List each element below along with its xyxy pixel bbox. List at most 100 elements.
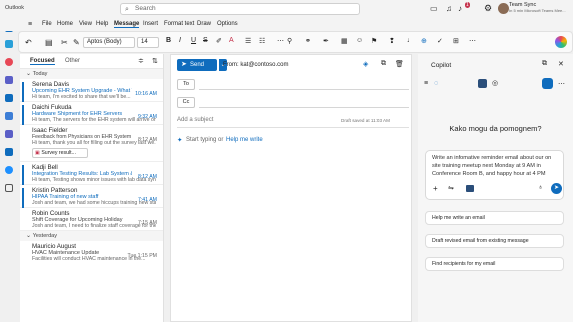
more-icon[interactable]: ⋯ xyxy=(558,80,565,88)
globe-icon[interactable]: ◎ xyxy=(492,79,498,87)
suggestion-draft-revised[interactable]: Draft revised email from existing messag… xyxy=(425,234,564,248)
suggestion-find-recipients[interactable]: Find recipients for my email xyxy=(425,257,564,271)
font-size-select[interactable]: 14 xyxy=(137,37,159,48)
work-icon[interactable] xyxy=(466,185,474,192)
format-painter-icon[interactable]: ✎ xyxy=(73,38,80,47)
italic-icon[interactable]: I xyxy=(179,37,181,44)
tab-other[interactable]: Other xyxy=(65,58,80,64)
copilot-draft-icon[interactable]: ✦ xyxy=(177,136,182,144)
todo-icon[interactable] xyxy=(5,94,13,102)
copilot-prompt-input[interactable]: Write an infomative reminder email about… xyxy=(425,150,564,200)
discard-icon[interactable]: 🗑 xyxy=(395,60,404,68)
microphone-icon[interactable]: ♁ xyxy=(538,184,543,191)
apps-ribbon-icon[interactable]: ⊞ xyxy=(453,37,459,45)
team-sync-reminder[interactable]: Team Sync In 5 min Microsoft Teams Mee..… xyxy=(509,2,569,13)
cc-input[interactable] xyxy=(199,107,409,108)
notes-icon[interactable] xyxy=(5,148,13,156)
suggestion-help-write[interactable]: Help me write an email xyxy=(425,211,564,225)
group-label: Yesterday xyxy=(32,233,57,239)
editor-icon[interactable]: ✓ xyxy=(437,37,443,45)
menu-message[interactable]: Message xyxy=(114,21,140,28)
table-icon[interactable]: ▦ xyxy=(341,37,348,45)
onedrive-icon[interactable] xyxy=(5,166,13,174)
list-item[interactable]: Serena Davis Upcoming EHR System Upgrade… xyxy=(20,79,163,102)
strikethrough-icon[interactable]: S xyxy=(203,37,208,44)
search-input[interactable]: ⌕ Search xyxy=(120,3,360,15)
cc-button[interactable]: Cc xyxy=(177,97,195,108)
numbering-icon[interactable]: ☷ xyxy=(259,37,265,45)
font-family-select[interactable]: Aptos (Body) xyxy=(83,37,135,48)
dictate-icon[interactable]: ♩ xyxy=(407,37,414,44)
menu-draw[interactable]: Draw xyxy=(197,21,211,27)
link-icon[interactable]: ⚭ xyxy=(305,37,311,45)
send-button[interactable]: ➤ Send xyxy=(177,59,217,71)
subject-input[interactable]: Add a subject xyxy=(177,117,213,123)
menu-file[interactable]: File xyxy=(42,21,52,27)
menu-icon[interactable]: ≡ xyxy=(424,80,428,87)
group-today[interactable]: ⌄ Today xyxy=(20,69,163,79)
font-color-icon[interactable]: A xyxy=(229,37,234,44)
filter-icon[interactable]: ≑ xyxy=(138,57,144,65)
send-arrow-icon[interactable]: ➤ xyxy=(551,183,562,194)
sensitivity-icon[interactable]: ⚑ xyxy=(371,37,377,45)
meet-icon[interactable]: ▭ xyxy=(430,4,438,13)
sort-icon[interactable]: ⇅ xyxy=(152,57,158,65)
list-item[interactable]: Robin Counts Shift Coverage for Upcoming… xyxy=(20,208,163,231)
paste-icon[interactable]: ▤ xyxy=(45,38,53,47)
sensitivity-label-icon[interactable]: ◈ xyxy=(363,60,368,68)
calendar-icon[interactable] xyxy=(5,40,13,48)
groups-icon[interactable] xyxy=(5,130,13,138)
briefcase-icon[interactable] xyxy=(478,79,487,88)
to-input[interactable] xyxy=(199,89,409,90)
importance-icon[interactable]: ❢ xyxy=(389,37,395,45)
menu-home[interactable]: Home xyxy=(57,21,73,27)
undo-icon[interactable]: ↶ xyxy=(25,38,32,47)
immersive-reader-icon[interactable]: ⊕ xyxy=(421,37,427,45)
settings-icon[interactable]: ⚙ xyxy=(484,3,492,14)
list-item[interactable]: Mauricio August HVAC Maintenance Update … xyxy=(20,241,163,263)
teams-icon[interactable] xyxy=(5,112,13,120)
help-me-write-link[interactable]: Help me write xyxy=(226,137,263,143)
chat-icon[interactable]: ◌ xyxy=(434,80,438,87)
menu-options[interactable]: Options xyxy=(217,21,238,27)
attach-icon[interactable]: ⚲ xyxy=(287,37,292,45)
from-field[interactable]: From: kat@contoso.com xyxy=(223,62,288,68)
add-icon[interactable]: + xyxy=(433,184,438,193)
new-chat-icon[interactable] xyxy=(542,78,553,89)
signature-icon[interactable]: ✒ xyxy=(323,37,329,45)
hamburger-icon[interactable]: ≡ xyxy=(28,21,32,28)
to-button[interactable]: To xyxy=(177,79,195,90)
more-icon[interactable]: ⋯ xyxy=(469,37,476,45)
highlight-icon[interactable]: ✐ xyxy=(216,37,222,45)
menu-help[interactable]: Help xyxy=(96,21,108,27)
tab-focused[interactable]: Focused xyxy=(30,58,55,65)
bell-icon[interactable]: ♫ xyxy=(446,4,452,13)
avatar[interactable] xyxy=(498,3,509,14)
bullets-icon[interactable]: ☰ xyxy=(245,37,251,45)
group-yesterday[interactable]: ⌄ Yesterday xyxy=(20,231,163,241)
menu-format-text[interactable]: Format text xyxy=(164,21,194,27)
pop-out-icon[interactable]: ⧉ xyxy=(381,60,386,68)
emoji-icon[interactable]: ☺ xyxy=(356,37,363,44)
notifications-icon[interactable]: ♪ xyxy=(458,4,462,13)
menu-insert[interactable]: Insert xyxy=(143,21,158,27)
copilot-icon[interactable] xyxy=(5,58,13,66)
underline-icon[interactable]: U xyxy=(191,37,196,44)
people-icon[interactable] xyxy=(5,76,13,84)
attachment-chip[interactable]: ▣ Survey result... xyxy=(32,148,88,158)
settings-sliders-icon[interactable]: ⇋ xyxy=(448,184,454,192)
list-item[interactable]: Isaac Fielder Feedback from Physicians o… xyxy=(20,125,163,162)
close-icon[interactable]: ✕ xyxy=(558,60,564,68)
copilot-ribbon-icon[interactable] xyxy=(555,36,567,48)
bold-icon[interactable]: B xyxy=(166,37,171,44)
mail-sender: Isaac Fielder xyxy=(32,127,68,134)
menu-view[interactable]: View xyxy=(79,21,92,27)
cut-icon[interactable]: ✂ xyxy=(61,38,68,47)
pop-out-icon[interactable]: ⧉ xyxy=(542,60,547,68)
list-item[interactable]: Kristin Patterson HIPAA Training of new … xyxy=(20,185,163,208)
more-format-icon[interactable]: ⋯ xyxy=(277,37,284,45)
list-item[interactable]: Kadji Bell Integration Testing Results: … xyxy=(20,162,163,185)
body-placeholder[interactable]: Start typing or xyxy=(186,137,223,143)
apps-icon[interactable] xyxy=(5,184,13,192)
list-item[interactable]: Daichi Fukuda Hardware Shipment for EHR … xyxy=(20,102,163,125)
